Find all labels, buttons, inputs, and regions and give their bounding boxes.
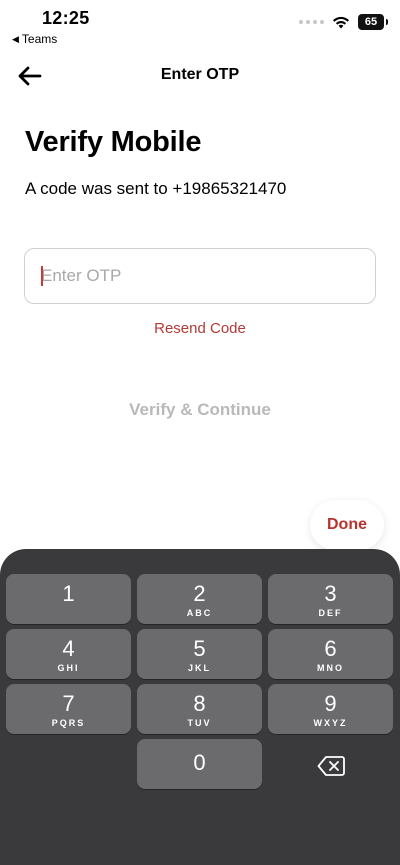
key-number: 9 — [324, 691, 337, 716]
key-letters: PQRS — [51, 718, 86, 728]
status-time: 12:25 — [42, 8, 90, 28]
verify-continue-button[interactable]: Verify & Continue — [0, 400, 400, 420]
key-number: 3 — [324, 581, 337, 606]
delete-key[interactable] — [268, 751, 393, 781]
otp-screen: 12:25 ◀ Teams 65 Enter OTP Verify Mobile… — [0, 0, 400, 865]
key-5[interactable]: 5 JKL — [137, 629, 262, 679]
verify-heading: Verify Mobile — [25, 126, 202, 158]
done-button[interactable]: Done — [310, 500, 384, 550]
signal-dots-icon — [299, 20, 324, 24]
wifi-icon — [333, 16, 349, 29]
key-letters: MNO — [317, 663, 344, 673]
key-letters: JKL — [187, 663, 211, 673]
key-0[interactable]: 0 — [137, 739, 262, 789]
key-number: 1 — [62, 581, 75, 606]
key-number: 0 — [193, 750, 206, 775]
key-4[interactable]: 4 GHI — [6, 629, 131, 679]
status-indicators: 65 — [299, 14, 388, 30]
key-letters: DEF — [318, 608, 343, 618]
key-6[interactable]: 6 MNO — [268, 629, 393, 679]
resend-code-link[interactable]: Resend Code — [0, 320, 400, 337]
page-title: Enter OTP — [160, 66, 240, 83]
key-number: 6 — [324, 636, 337, 661]
key-number: 4 — [62, 636, 75, 661]
battery-indicator: 65 — [358, 14, 388, 30]
key-3[interactable]: 3 DEF — [268, 574, 393, 624]
key-letters: ABC — [186, 608, 213, 618]
key-9[interactable]: 9 WXYZ — [268, 684, 393, 734]
key-number: 8 — [193, 691, 206, 716]
numeric-keypad: 1 2 ABC 3 DEF 4 GHI 5 JKL 6 MNO 7 PQRS 8 — [0, 549, 400, 865]
key-number: 5 — [193, 636, 206, 661]
key-8[interactable]: 8 TUV — [137, 684, 262, 734]
triangle-left-icon: ◀ — [12, 33, 19, 44]
code-sent-text: A code was sent to +19865321470 — [25, 179, 287, 198]
key-letters: WXYZ — [313, 718, 348, 728]
back-to-app-link[interactable]: ◀ Teams — [12, 32, 57, 46]
otp-input[interactable] — [24, 248, 376, 304]
back-app-label: Teams — [21, 32, 58, 46]
key-7[interactable]: 7 PQRS — [6, 684, 131, 734]
text-caret — [41, 266, 43, 286]
backspace-icon — [317, 756, 345, 776]
key-1[interactable]: 1 — [6, 574, 131, 624]
key-letters: GHI — [57, 663, 80, 673]
key-number: 2 — [193, 581, 206, 606]
key-2[interactable]: 2 ABC — [137, 574, 262, 624]
key-number: 7 — [62, 691, 75, 716]
key-letters: TUV — [187, 718, 212, 728]
